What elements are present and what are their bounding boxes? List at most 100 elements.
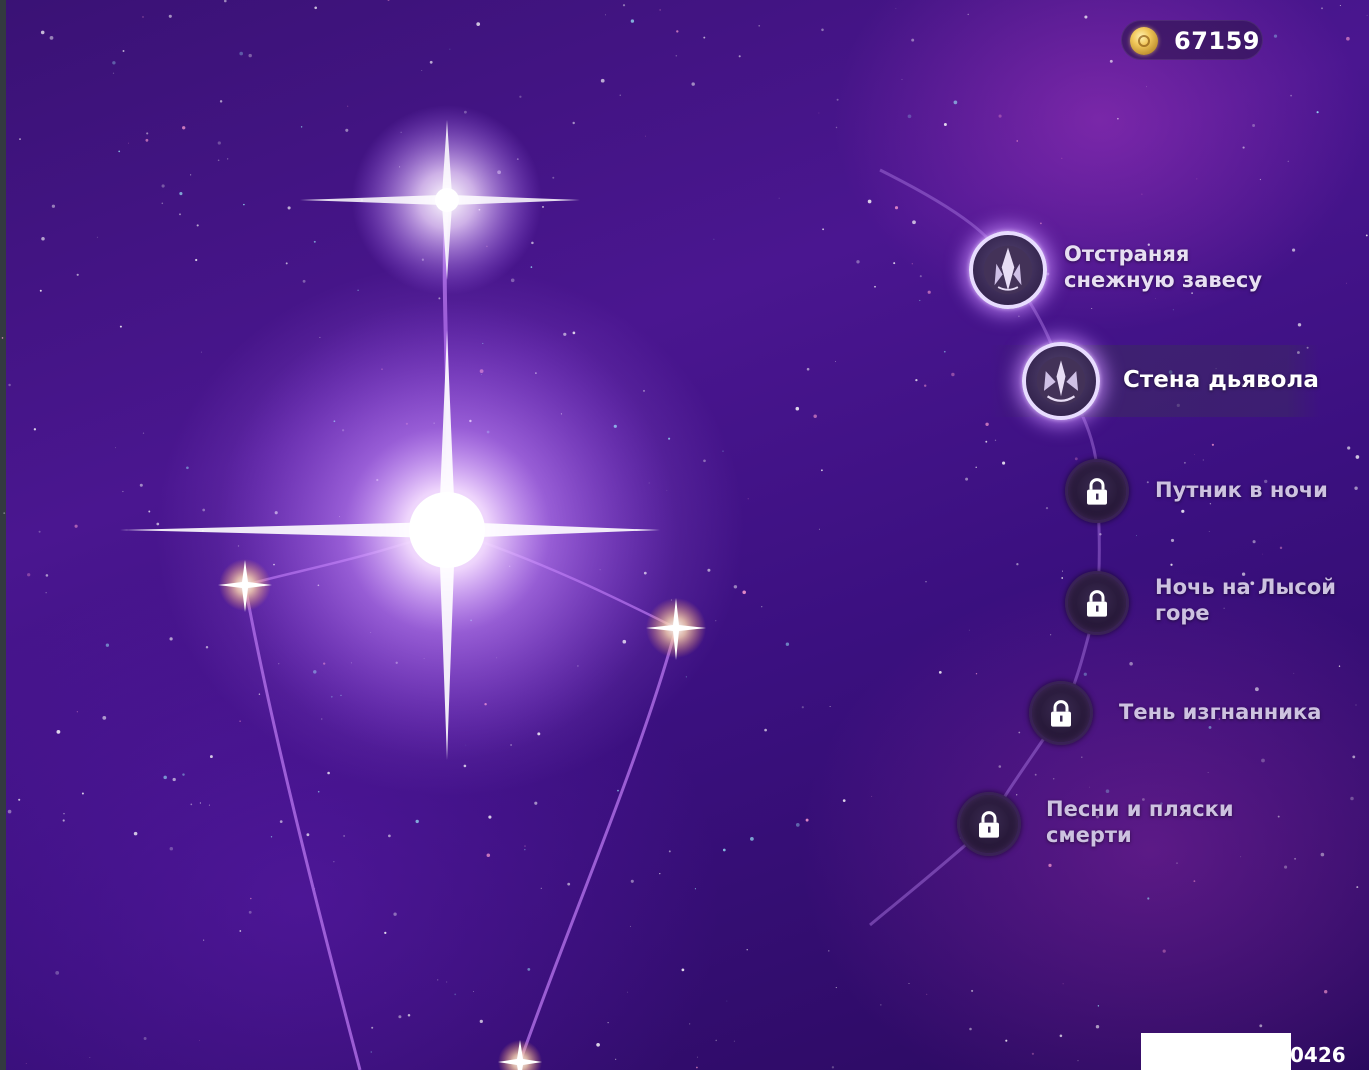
star-dot: [908, 982, 910, 984]
star-dot: [345, 128, 349, 132]
star-dot: [1259, 178, 1261, 181]
star-dot: [429, 60, 433, 64]
star-dot: [1097, 1005, 1100, 1007]
uid-redaction: [1141, 1033, 1291, 1070]
star-dot: [822, 228, 825, 231]
star-dot: [971, 989, 974, 992]
star-dot: [89, 1056, 91, 1058]
star-dot: [1061, 570, 1064, 572]
star-dot: [619, 94, 621, 96]
star-dot: [1062, 983, 1064, 985]
star-dot: [41, 237, 45, 241]
star-dot: [818, 112, 820, 114]
star-dot: [895, 7, 897, 9]
star-dot: [1084, 15, 1088, 19]
star-dot: [572, 331, 576, 335]
node-label-4: Ночь на Лысой горе: [1155, 575, 1337, 625]
star-dot: [530, 266, 533, 268]
star-dot: [1297, 323, 1302, 327]
star-dot: [806, 367, 810, 371]
node-label-3: Путник в ночи: [1155, 478, 1328, 502]
star-dot: [105, 643, 110, 647]
star-dot: [1172, 309, 1174, 311]
star-dot: [821, 28, 824, 32]
star-dot: [738, 55, 741, 58]
star-dot: [190, 803, 193, 806]
star-dot: [1061, 157, 1063, 159]
star-dot: [1273, 34, 1278, 38]
star-dot: [1045, 506, 1049, 510]
star-dot: [115, 447, 117, 449]
star-dot: [421, 70, 423, 71]
constellation-node-2[interactable]: [1022, 342, 1100, 420]
star-dot: [912, 220, 916, 225]
star-dot: [200, 351, 202, 353]
star-dot: [758, 24, 761, 27]
star-dot: [371, 1026, 374, 1029]
star-dot: [733, 1040, 735, 1042]
star-dot: [733, 585, 738, 589]
star-dot: [407, 1014, 411, 1017]
star-dot: [199, 802, 201, 804]
star-dot: [985, 440, 988, 443]
star-dot: [142, 432, 145, 434]
node-label-1: Отстраняя снежную завесу: [1064, 242, 1263, 292]
star-dot: [747, 498, 749, 500]
star-dot: [1356, 886, 1359, 889]
star-dot: [1240, 856, 1242, 858]
star-dot: [836, 98, 839, 101]
constellation-node-3[interactable]: [1065, 459, 1129, 523]
star-dot: [1040, 222, 1042, 225]
star-dot: [874, 285, 876, 288]
star-dot: [1255, 687, 1259, 692]
star-dot: [148, 510, 151, 513]
primogem-counter[interactable]: 67159: [1121, 20, 1263, 60]
star-dot: [387, 0, 390, 2]
star-dot: [74, 524, 78, 528]
star-dot: [161, 202, 164, 205]
star-dot: [449, 48, 451, 50]
star-dot: [923, 384, 927, 387]
star-dot: [1183, 461, 1186, 464]
stardust-field: [1, 0, 1368, 1069]
star-dot: [894, 206, 899, 210]
star-dot: [3, 512, 6, 514]
star-dot: [1211, 443, 1214, 446]
star-dot: [1146, 481, 1149, 484]
star-dot: [1117, 117, 1119, 120]
star-dot: [38, 530, 41, 533]
star-dot: [675, 54, 678, 57]
star-dot: [300, 126, 303, 128]
star-dot: [76, 273, 79, 276]
star-dot: [1290, 94, 1292, 97]
star-dot: [835, 126, 838, 129]
star-dot: [1052, 778, 1055, 780]
star-dot: [1242, 146, 1245, 149]
star-dot: [622, 4, 626, 7]
star-dot: [239, 720, 241, 722]
star-dot: [314, 6, 318, 10]
constellation-node-4[interactable]: [1065, 571, 1129, 635]
uid-text: 0426: [1290, 1043, 1346, 1067]
constellation-node-6[interactable]: [957, 792, 1021, 856]
star-dot: [186, 466, 189, 470]
star-dot: [691, 82, 695, 86]
star-dot: [785, 642, 790, 646]
constellation-node-1[interactable]: [969, 231, 1047, 309]
star-dot: [313, 240, 316, 243]
star-dot: [1352, 755, 1356, 759]
star-dot: [630, 879, 634, 883]
star-dot: [1208, 531, 1210, 532]
star-dot: [750, 837, 754, 841]
star-dot: [943, 350, 946, 353]
star-dot: [919, 275, 922, 278]
star-dot: [527, 967, 531, 971]
star-dot: [1109, 59, 1113, 63]
constellation-node-5[interactable]: [1029, 681, 1093, 745]
star-dot: [676, 30, 679, 33]
star-dot: [722, 848, 726, 852]
star-dot: [805, 818, 809, 822]
star-dot: [317, 790, 320, 793]
star-dot: [1002, 461, 1006, 465]
star-dot: [163, 775, 167, 780]
